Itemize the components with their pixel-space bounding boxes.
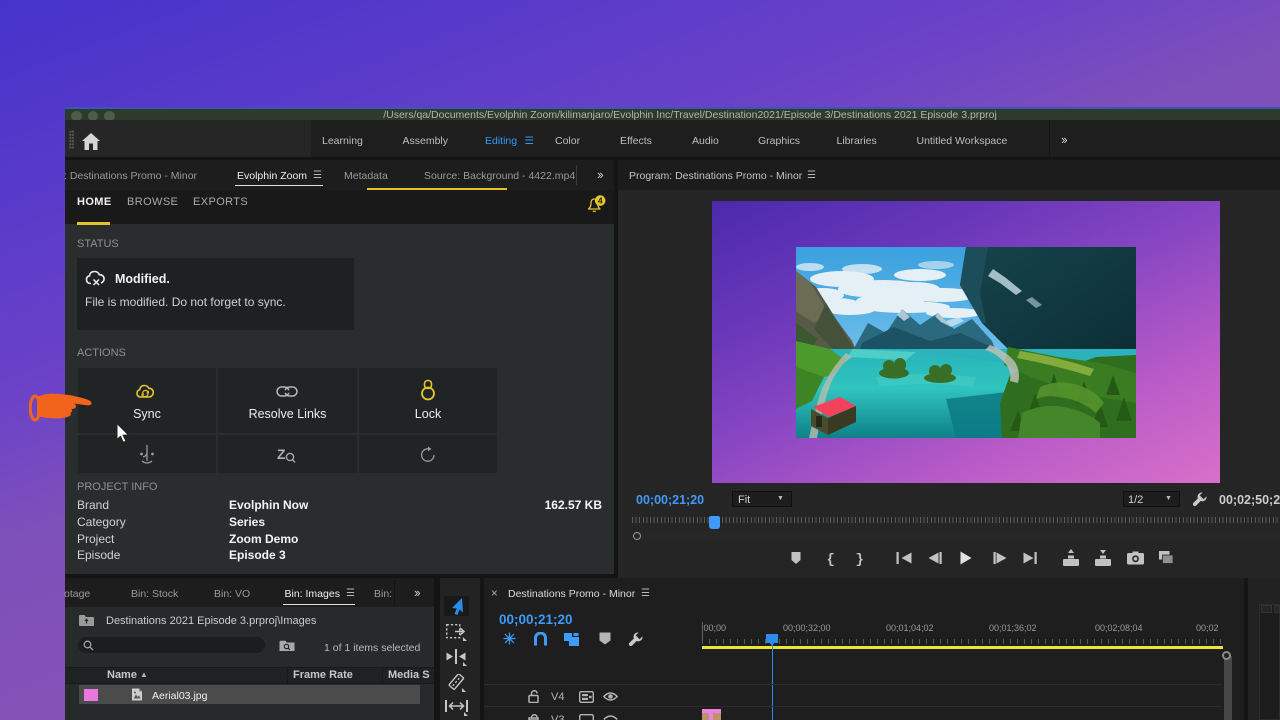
svg-text:4: 4 (598, 196, 603, 206)
svg-text:Z: Z (277, 446, 286, 462)
svg-text:{: { (827, 552, 835, 568)
svg-text:}: } (856, 552, 864, 568)
